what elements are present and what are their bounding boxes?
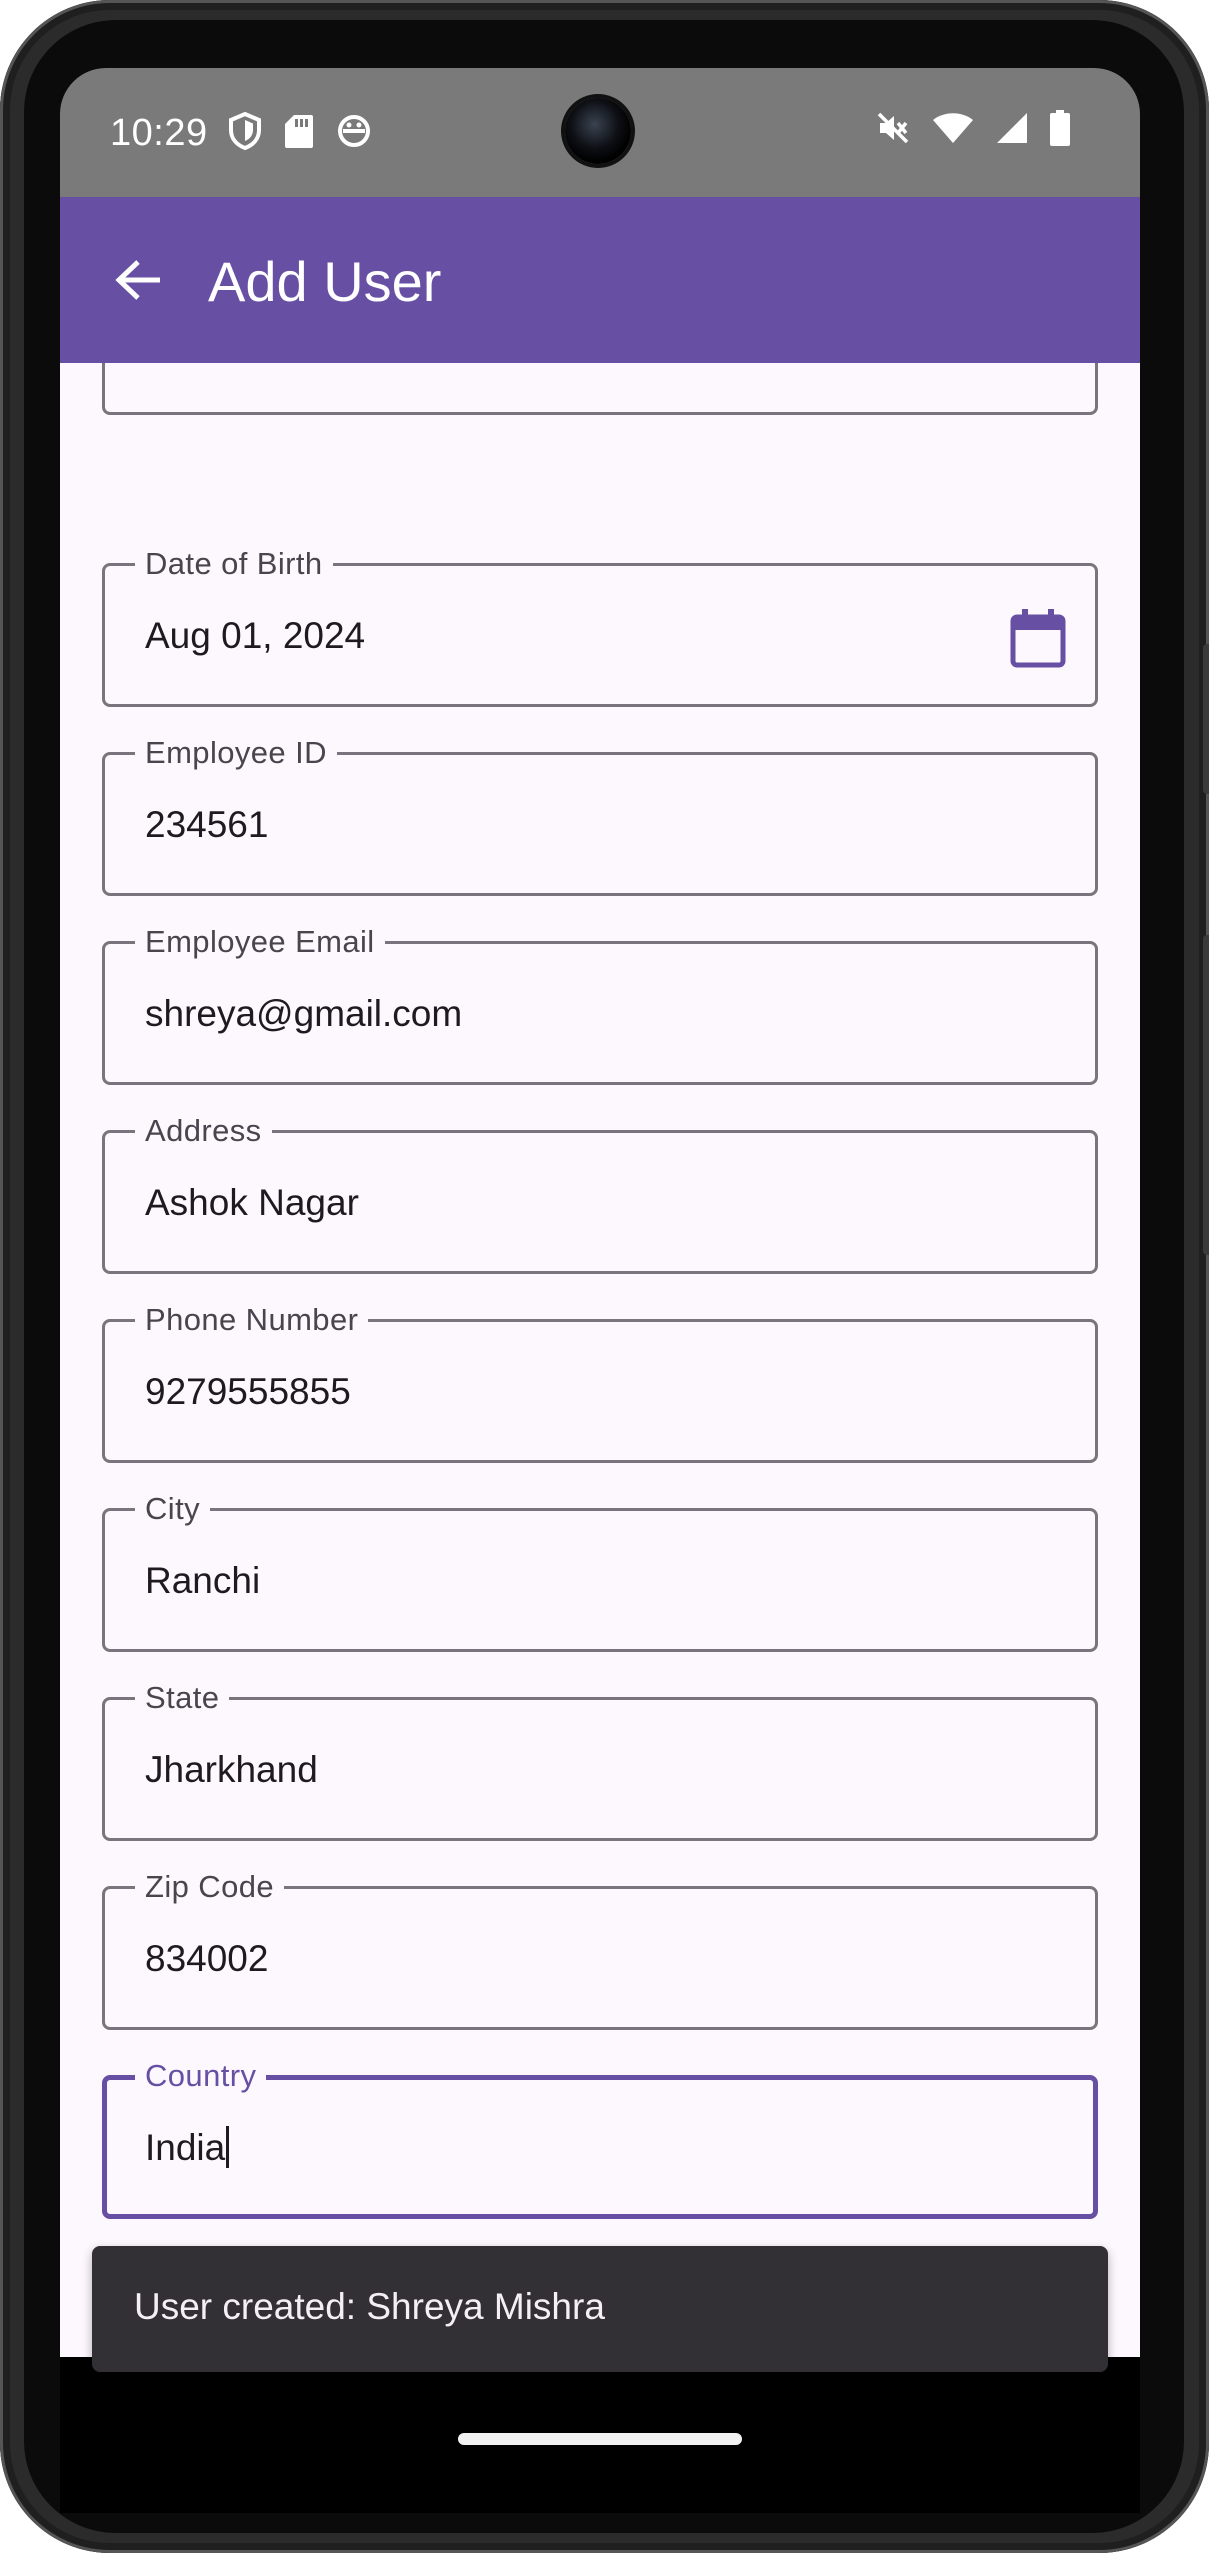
shield-icon (229, 112, 261, 150)
status-time: 10:29 (110, 112, 208, 154)
zip-code-field[interactable]: Zip Code 834002 (102, 1869, 1098, 2030)
page-title: Add User (208, 250, 442, 313)
status-left-icons (228, 112, 372, 150)
state-field[interactable]: State Jharkhand (102, 1680, 1098, 1841)
phone-number-field[interactable]: Phone Number 9279555855 (102, 1302, 1098, 1463)
form-field-partial[interactable] (102, 363, 1098, 415)
snackbar-message: User created: Shreya Mishra (134, 2286, 605, 2327)
back-button[interactable] (98, 240, 178, 320)
navigation-bar (60, 2405, 1140, 2513)
home-gesture-handle[interactable] (458, 2433, 742, 2445)
arrow-back-icon (115, 260, 160, 300)
calendar-icon[interactable] (1009, 608, 1067, 668)
employee-id-value: 234561 (145, 804, 269, 845)
status-right-icons (876, 110, 1070, 146)
address-field[interactable]: Address Ashok Nagar (102, 1113, 1098, 1274)
employee-id-field[interactable]: Employee ID 234561 (102, 735, 1098, 896)
status-bar: 10:29 (60, 68, 1140, 197)
front-camera (565, 98, 631, 164)
employee-email-field[interactable]: Employee Email shreya@gmail.com (102, 924, 1098, 1085)
state-label: State (135, 1680, 230, 1716)
signal-icon (997, 113, 1027, 143)
mute-icon (877, 112, 909, 144)
wifi-icon (933, 113, 973, 143)
employee-email-value: shreya@gmail.com (145, 993, 463, 1034)
city-value: Ranchi (145, 1560, 261, 1601)
phone-number-value: 9279555855 (145, 1371, 351, 1412)
zip-code-value: 834002 (145, 1938, 269, 1979)
country-label: Country (135, 2058, 267, 2094)
volume-button (1203, 935, 1209, 1255)
battery-icon (1050, 110, 1070, 146)
city-label: City (135, 1491, 210, 1527)
game-controller-icon (338, 115, 370, 147)
form-scroll-area[interactable]: Date of Birth Aug 01, 2024 Employee ID 2… (60, 363, 1140, 2357)
text-cursor (226, 2126, 230, 2168)
phone-number-label: Phone Number (135, 1302, 369, 1338)
power-button (1203, 644, 1209, 794)
state-value: Jharkhand (145, 1749, 318, 1790)
city-field[interactable]: City Ranchi (102, 1491, 1098, 1652)
screen: 10:29 Add User Date of Birth Aug 01, 202… (60, 68, 1140, 2513)
country-value-wrapper: India (145, 2126, 230, 2170)
country-value: India (145, 2127, 226, 2168)
employee-id-label: Employee ID (135, 735, 337, 771)
dob-value: Aug 01, 2024 (145, 615, 366, 656)
country-field[interactable]: Country India (102, 2058, 1098, 2219)
zip-code-label: Zip Code (135, 1869, 284, 1905)
employee-email-label: Employee Email (135, 924, 385, 960)
dob-label: Date of Birth (135, 546, 333, 582)
sd-card-icon (285, 115, 313, 148)
address-label: Address (135, 1113, 272, 1149)
address-value: Ashok Nagar (145, 1182, 359, 1223)
phone-frame: 10:29 Add User Date of Birth Aug 01, 202… (0, 0, 1209, 2553)
dob-field[interactable]: Date of Birth Aug 01, 2024 (102, 546, 1098, 707)
app-bar: Add User (60, 197, 1140, 363)
snackbar: User created: Shreya Mishra (92, 2246, 1108, 2372)
